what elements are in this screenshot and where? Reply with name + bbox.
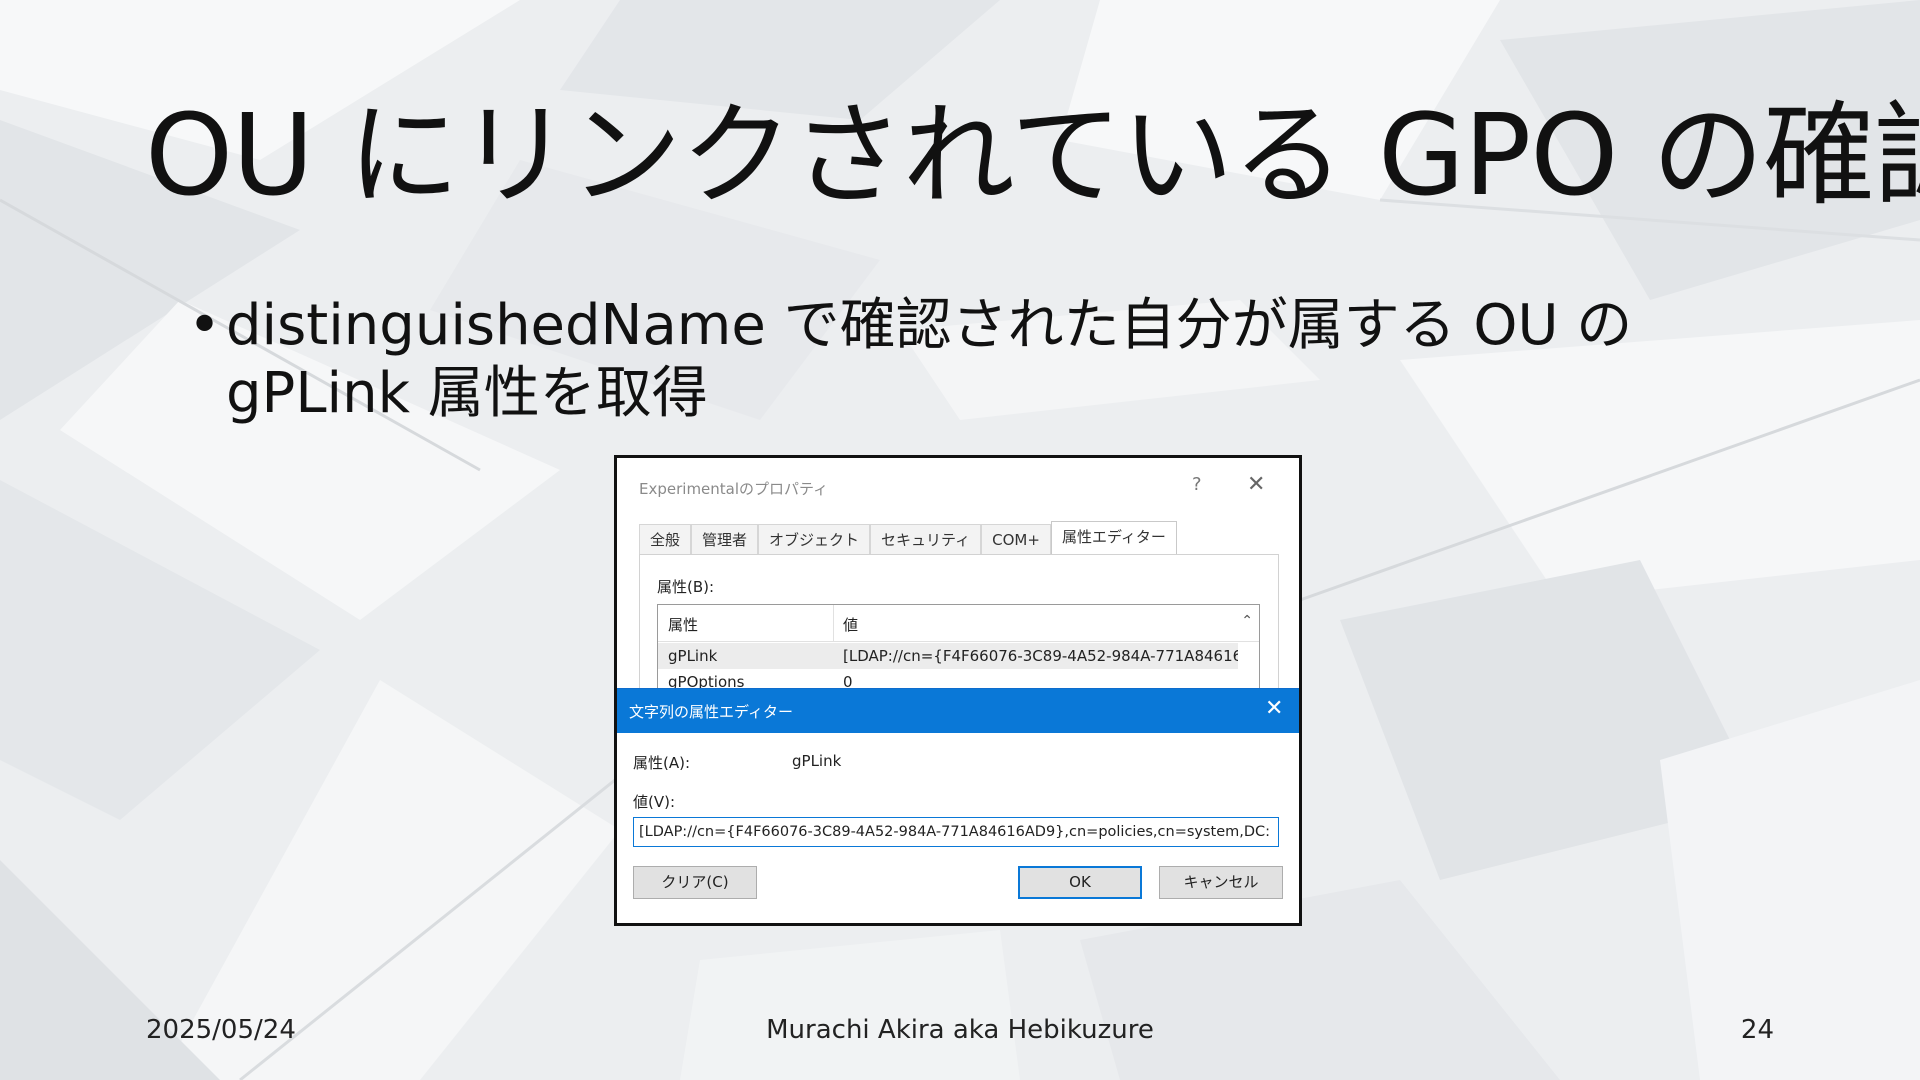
attributes-list-header: 属性 値 ⌃ [658,605,1259,642]
bullet-item: • distinguishedName で確認された自分が属する OU の gP… [188,292,1748,428]
cancel-button[interactable]: キャンセル [1159,866,1283,899]
attribute-value: [LDAP://cn={F4F66076-3C89-4A52-984A-771A… [843,647,1238,665]
slide-title: OU にリンクされている GPO の確認 [145,91,1920,221]
screenshot: Experimentalのプロパティ ? ✕ 全般 管理者 オブジェクト セキュ… [614,455,1302,926]
tab-security[interactable]: セキュリティ [870,524,982,554]
slide: OU にリンクされている GPO の確認 • distinguishedName… [0,0,1920,1080]
column-header-attribute[interactable]: 属性 [668,614,698,635]
attribute-name: gPLink [668,647,718,665]
close-icon[interactable]: ✕ [1265,696,1283,721]
bullet-dot-icon: • [188,293,222,358]
ok-button[interactable]: OK [1018,866,1142,899]
value-input[interactable]: [LDAP://cn={F4F66076-3C89-4A52-984A-771A… [633,817,1279,847]
list-item[interactable]: gPLink [LDAP://cn={F4F66076-3C89-4A52-98… [658,643,1238,669]
tab-manager[interactable]: 管理者 [691,524,759,554]
scroll-up-icon[interactable]: ⌃ [1241,613,1253,629]
attribute-label: 属性(A): [633,754,691,772]
attribute-value: gPLink [792,752,842,770]
page-number: 24 [1740,1015,1774,1045]
close-icon[interactable]: ✕ [1247,472,1265,497]
footer-author: Murachi Akira aka Hebikuzure [766,1015,1154,1045]
properties-window-title: Experimentalのプロパティ [639,480,829,498]
column-divider[interactable] [833,605,834,641]
help-icon[interactable]: ? [1192,474,1202,495]
tab-com-plus[interactable]: COM+ [981,524,1051,554]
tab-attribute-editor[interactable]: 属性エディター [1050,521,1177,554]
tab-general[interactable]: 全般 [639,524,692,554]
dialog-title: 文字列の属性エディター [629,703,793,721]
string-attribute-editor-dialog: 文字列の属性エディター ✕ 属性(A): gPLink 値(V): [LDAP:… [617,688,1299,923]
properties-tabs: 全般 管理者 オブジェクト セキュリティ COM+ 属性エディター [639,521,1177,554]
dialog-titlebar[interactable]: 文字列の属性エディター ✕ [617,689,1299,733]
clear-button[interactable]: クリア(C) [633,866,757,899]
value-label: 値(V): [633,793,676,811]
attributes-label: 属性(B): [657,578,715,596]
column-header-value[interactable]: 値 [843,614,858,635]
tab-object[interactable]: オブジェクト [758,524,871,554]
bullet-text: distinguishedName で確認された自分が属する OU の gPLi… [226,293,1633,426]
